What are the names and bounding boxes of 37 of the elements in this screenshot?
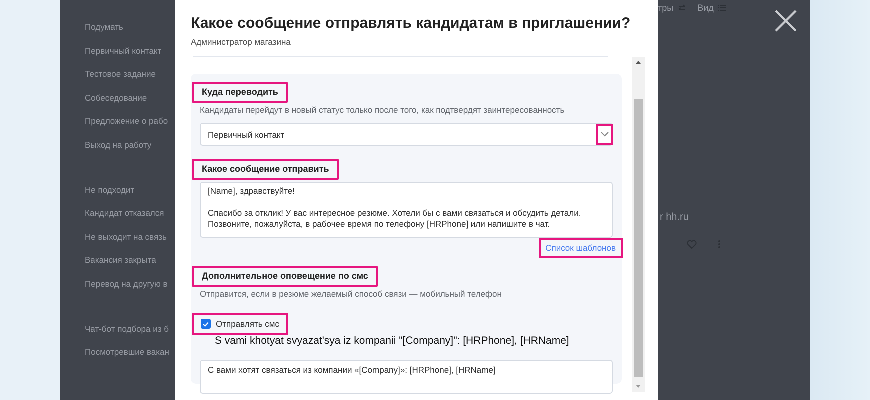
status-item[interactable]: Посмотревшие вакан <box>85 345 170 360</box>
status-item[interactable]: Чат-бот подбора из б <box>85 322 169 336</box>
scroll-down-icon <box>636 385 641 388</box>
dialog-title: Какое сообщение отправлять кандидатам в приглашении? <box>191 14 632 34</box>
status-item[interactable]: Вакансия закрыта <box>85 253 156 268</box>
status-item[interactable]: Не выходит на связь <box>85 230 167 244</box>
link-text[interactable]: r hh.ru <box>660 212 689 223</box>
status-item[interactable]: Первичный контакт <box>85 44 162 58</box>
toolbar-button[interactable]: Вид <box>698 1 726 13</box>
status-item[interactable]: Собеседование <box>85 90 148 106</box>
status-item[interactable]: Подумать <box>85 20 124 35</box>
status-item[interactable]: Предложение о рабо <box>85 114 168 129</box>
section-heading: Дополнительное оповещение по смс <box>192 266 378 287</box>
dialog-subtitle: Администратор магазина <box>191 37 292 48</box>
status-item[interactable]: Не подходит <box>85 182 135 198</box>
templates-link[interactable]: Список шаблонов <box>538 238 623 258</box>
scroll-up-icon <box>636 61 641 64</box>
chevron-frame[interactable] <box>596 124 613 145</box>
status-item[interactable]: Выход на работу <box>85 138 152 152</box>
transliteration-text: S vami khotyat svyazat'sya iz kompanii "[Company]": [HRPhone], [HRName] <box>215 335 570 348</box>
close-icon[interactable] <box>775 10 797 32</box>
status-item[interactable]: Тестовое задание <box>85 67 156 82</box>
sms-checkbox-row[interactable]: Отправлять смс <box>192 313 288 335</box>
checkbox[interactable] <box>201 319 211 329</box>
toolbar-button[interactable]: тры <box>658 1 686 13</box>
check-icon <box>203 322 209 326</box>
scrollbar[interactable] <box>632 57 645 392</box>
chevron-down-icon <box>600 132 608 137</box>
section-heading: Куда переводить <box>192 82 288 103</box>
hint-text: Кандидаты перейдут в новый статус только после того, как подтвердят заинтересованность <box>200 105 566 116</box>
message-field[interactable]: [Name], здравствуйте! Спасибо за отклик! У вас интересное резюме. Хотели бы с вами связаться и обсудить детали. Позвоните, пожалуйста, в рабочее время по телефону [HRPhone] или напишите в чат. <box>200 182 613 238</box>
status-item[interactable]: Перевод на другую в <box>85 276 168 292</box>
hint-text: Отправится, если в резюме желаемый способ связи — мобильный телефон <box>200 289 503 300</box>
status-dropdown[interactable]: Первичный контакт <box>200 123 613 146</box>
status-item[interactable]: Кандидат отказался <box>85 206 164 221</box>
sms-field[interactable]: С вами хотят связаться из компании «[Company]»: [HRPhone], [HRName] <box>200 360 613 394</box>
section-heading: Какое сообщение отправить <box>192 159 340 180</box>
